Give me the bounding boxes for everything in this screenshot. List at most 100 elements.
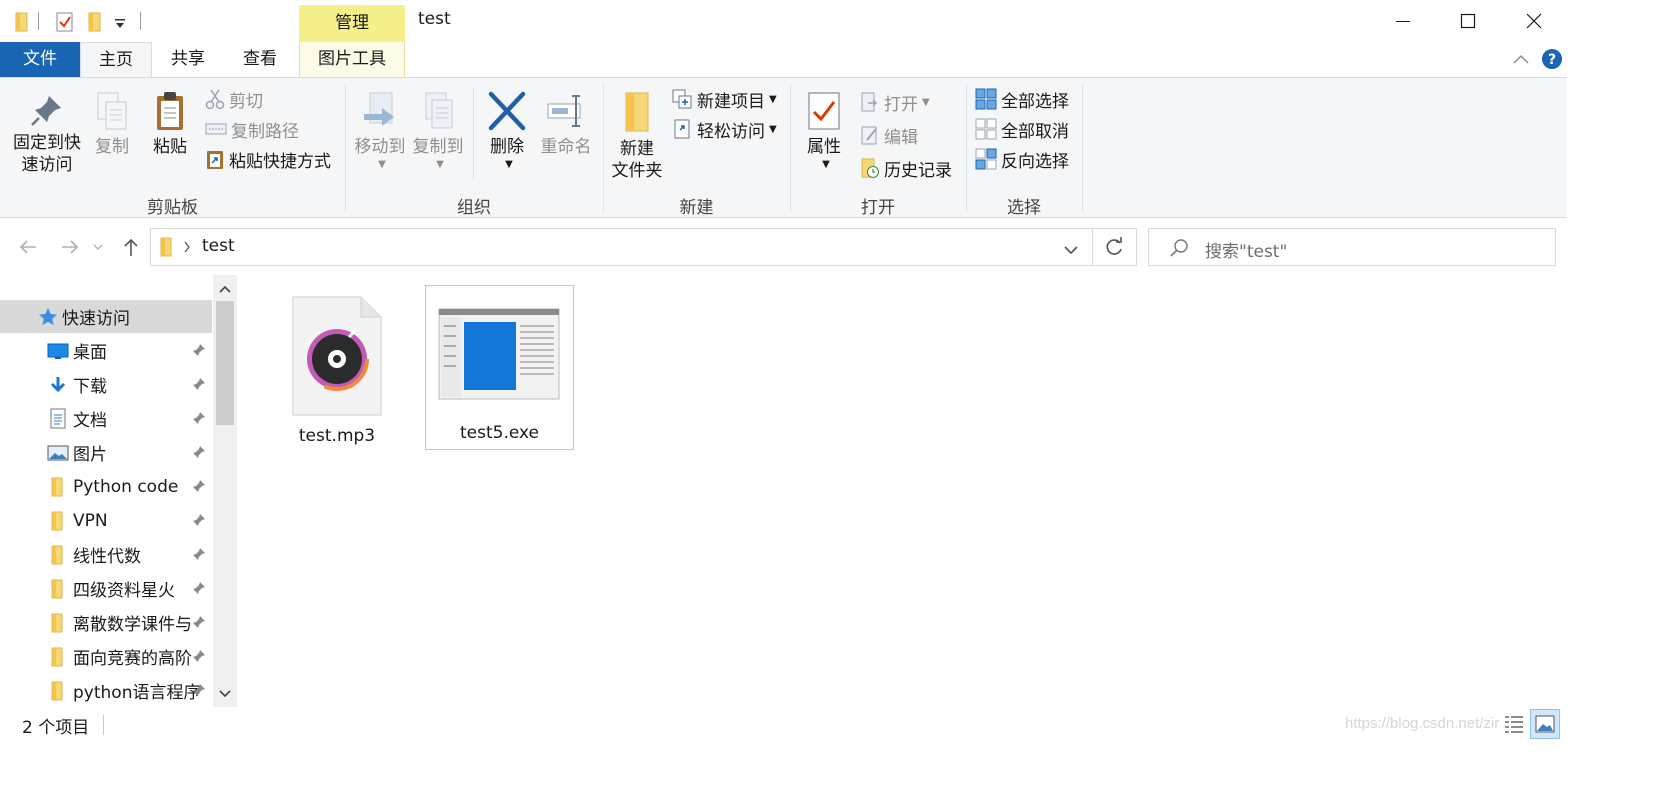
paste-shortcut-button[interactable]: 粘贴快捷方式 <box>205 146 331 172</box>
file-list-view[interactable]: test.mp3 test5.exe <box>238 275 1667 707</box>
properties-button[interactable]: 属性 ▼ <box>800 90 848 176</box>
watermark: https://blog.csdn.net/zir <box>1345 715 1500 732</box>
address-bar[interactable]: test <box>150 228 1093 266</box>
easy-access-button[interactable]: 轻松访问 ▼ <box>671 116 777 142</box>
maximize-button[interactable] <box>1435 0 1501 42</box>
folder-icon <box>51 477 63 497</box>
help-icon[interactable]: ? <box>1541 48 1563 75</box>
exe-file-icon <box>438 308 560 400</box>
pin-icon <box>193 684 205 696</box>
scroll-down-button[interactable] <box>213 682 237 706</box>
group-label-open: 打开 <box>861 198 895 218</box>
file-item[interactable]: test.mp3 <box>278 289 396 453</box>
group-inner-separator <box>473 88 474 180</box>
forward-button[interactable] <box>55 232 85 262</box>
nav-item-competition[interactable]: 面向竞赛的高阶 <box>0 640 212 673</box>
back-button[interactable] <box>13 232 43 262</box>
new-folder-button[interactable]: 新建 文件夹 <box>606 90 668 182</box>
nav-item-vpn[interactable]: VPN <box>0 504 212 537</box>
move-to-dropdown-icon: ▼ <box>378 159 386 170</box>
copy-path-button[interactable]: 复制路径 <box>205 116 299 142</box>
file-name: test.mp3 <box>298 426 376 446</box>
minimize-button[interactable] <box>1370 0 1436 42</box>
pin-icon <box>31 96 61 126</box>
nav-item-python-language[interactable]: python语言程序 <box>0 674 212 707</box>
paste-button[interactable]: 粘贴 <box>148 90 192 158</box>
nav-item-label: 四级资料星火 <box>73 581 175 601</box>
context-tab-manage[interactable]: 管理 <box>299 5 405 42</box>
new-item-button[interactable]: 新建项目 ▼ <box>671 86 777 112</box>
folder-icon <box>51 613 63 633</box>
delete-button[interactable]: 删除 ▼ <box>482 90 532 176</box>
tab-view[interactable]: 查看 <box>224 42 296 77</box>
open-button[interactable]: 打开 ▼ <box>860 89 930 115</box>
folder-icon <box>51 579 63 599</box>
pin-icon <box>193 412 205 424</box>
pin-icon <box>193 378 205 390</box>
scroll-up-button[interactable] <box>213 277 237 301</box>
nav-item-pictures[interactable]: 图片 <box>0 436 212 469</box>
tab-home[interactable]: 主页 <box>80 42 152 78</box>
pin-icon <box>193 480 205 492</box>
nav-pane-scrollbar[interactable] <box>213 275 237 707</box>
tab-file[interactable]: 文件 <box>0 42 80 77</box>
pin-icon <box>193 446 205 458</box>
edit-button[interactable]: 编辑 <box>860 122 918 148</box>
picture-icon <box>47 445 69 461</box>
delete-icon <box>488 91 526 131</box>
maximize-icon <box>1460 13 1476 29</box>
nav-item-cet4[interactable]: 四级资料星火 <box>0 572 212 605</box>
properties-dropdown-icon: ▼ <box>822 159 830 170</box>
scroll-thumb[interactable] <box>216 301 234 425</box>
nav-item-linear-algebra[interactable]: 线性代数 <box>0 538 212 571</box>
nav-item-downloads[interactable]: 下载 <box>0 368 212 401</box>
nav-item-documents[interactable]: 文档 <box>0 402 212 435</box>
nav-item-label: 离散数学课件与 <box>73 615 192 635</box>
details-view-icon <box>1505 716 1523 733</box>
refresh-button[interactable] <box>1093 228 1137 266</box>
customize-qa-dropdown-icon[interactable] <box>114 10 126 34</box>
copy-button[interactable]: 复制 <box>90 90 134 158</box>
recent-locations-button[interactable] <box>88 232 108 262</box>
large-icons-view-button[interactable] <box>1530 709 1560 739</box>
file-item-selected[interactable]: test5.exe <box>425 285 574 450</box>
cut-button[interactable]: 剪切 <box>205 86 263 112</box>
new-folder-qa-icon[interactable] <box>87 10 103 34</box>
address-history-chevron-icon[interactable] <box>1063 241 1079 261</box>
select-none-button[interactable]: 全部取消 <box>975 116 1069 142</box>
pin-to-quick-access-button[interactable]: 固定到快 速访问 <box>8 92 86 176</box>
details-view-button[interactable] <box>1499 709 1529 739</box>
nav-quick-access[interactable]: 快速访问 <box>0 300 212 333</box>
desktop-icon <box>47 343 69 359</box>
nav-item-python-code[interactable]: Python code <box>0 470 212 503</box>
invert-selection-icon <box>975 148 997 170</box>
pin-icon <box>193 514 205 526</box>
search-placeholder: 搜索"test" <box>1205 242 1288 262</box>
invert-selection-button[interactable]: 反向选择 <box>975 146 1069 172</box>
search-icon <box>1169 238 1189 263</box>
nav-item-label: python语言程序 <box>73 683 201 703</box>
search-box[interactable]: 搜索"test" <box>1148 228 1556 266</box>
select-all-icon <box>975 88 997 110</box>
history-button[interactable]: 历史记录 <box>860 155 952 181</box>
move-to-button[interactable]: 移动到 ▼ <box>352 90 408 176</box>
properties-qa-icon[interactable] <box>55 10 75 34</box>
easy-access-dropdown-icon: ▼ <box>769 123 777 135</box>
select-all-button[interactable]: 全部选择 <box>975 86 1069 112</box>
chevron-down-icon <box>219 690 231 698</box>
tab-share[interactable]: 共享 <box>152 42 224 77</box>
up-button[interactable] <box>116 232 146 262</box>
breadcrumb-chevron-icon[interactable] <box>183 239 191 259</box>
nav-item-discrete-math[interactable]: 离散数学课件与 <box>0 606 212 639</box>
ribbon-tab-bar: 文件 主页 共享 查看 图片工具 ? <box>0 42 1667 78</box>
breadcrumb-current[interactable]: test <box>202 236 235 256</box>
item-count: 2 个项目 <box>22 718 90 738</box>
nav-item-desktop[interactable]: 桌面 <box>0 334 212 367</box>
close-button[interactable] <box>1501 0 1567 42</box>
navigation-row: test 搜索"test" <box>0 219 1667 275</box>
copy-to-button[interactable]: 复制到 ▼ <box>410 90 466 176</box>
group-separator <box>1082 84 1083 212</box>
tab-picture-tools[interactable]: 图片工具 <box>299 42 405 77</box>
rename-button[interactable]: 重命名 <box>536 90 596 158</box>
collapse-ribbon-icon[interactable] <box>1512 51 1530 72</box>
